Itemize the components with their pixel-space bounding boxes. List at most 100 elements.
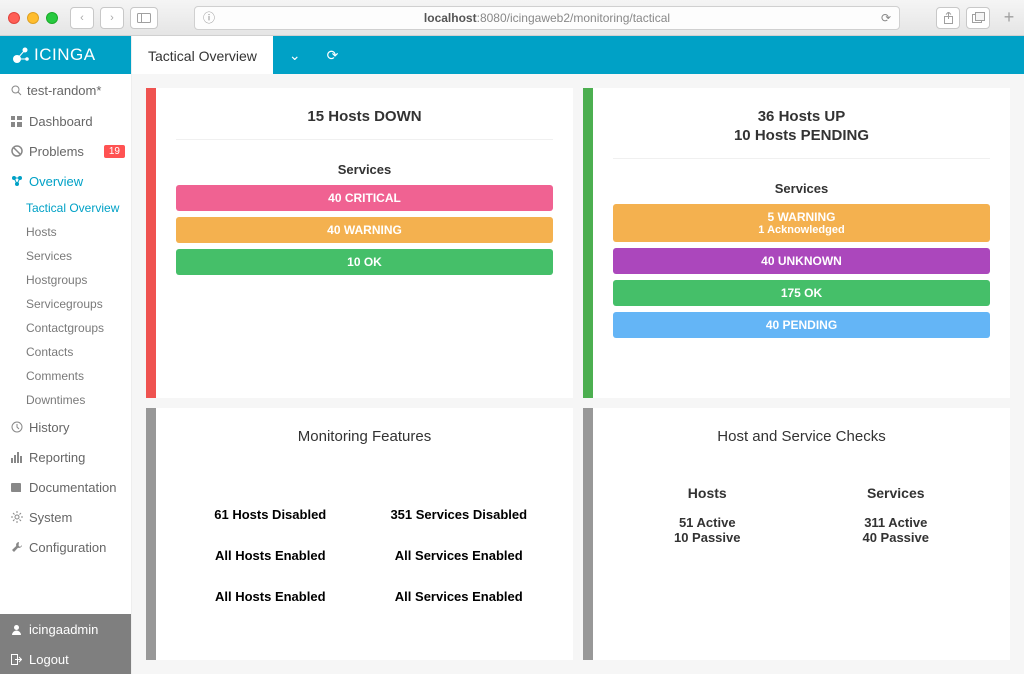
logo-icon [12, 46, 30, 64]
feature-services[interactable]: All Services Enabled [365, 548, 554, 563]
services-passive[interactable]: 40 Passive [802, 530, 991, 545]
minimize-window[interactable] [27, 12, 39, 24]
status-bar-unknown[interactable]: 40 UNKNOWN [613, 248, 990, 274]
nav-contacts[interactable]: Contacts [0, 340, 131, 364]
reporting-icon [10, 451, 23, 464]
feature-services[interactable]: 351 Services Disabled [365, 507, 554, 522]
reload-icon[interactable]: ⟳ [881, 11, 891, 25]
tab-tactical[interactable]: Tactical Overview [132, 36, 273, 74]
checks-services-label: Services [802, 485, 991, 501]
nav-problems[interactable]: Problems19 [0, 136, 131, 166]
nav-services[interactable]: Services [0, 244, 131, 268]
nav-reporting[interactable]: Reporting [0, 442, 131, 472]
share-icon [943, 12, 954, 24]
services-active[interactable]: 311 Active [802, 515, 991, 530]
window-controls [8, 12, 58, 24]
hosts-up-title[interactable]: 36 Hosts UP [613, 108, 990, 125]
services-label: Services [176, 162, 553, 177]
new-tab-button[interactable]: + [1002, 11, 1016, 25]
back-button[interactable]: ‹ [70, 7, 94, 29]
nav-documentation[interactable]: Documentation [0, 472, 131, 502]
main-nav: Dashboard Problems19 Overview Tactical O… [0, 106, 131, 562]
book-icon [10, 481, 23, 494]
nav-configuration[interactable]: Configuration [0, 532, 131, 562]
user-menu[interactable]: icingaadmin [0, 614, 131, 644]
tab-dropdown[interactable]: ⌄ [279, 35, 311, 74]
problems-badge: 19 [104, 145, 125, 158]
gear-icon [10, 511, 23, 524]
brand-logo[interactable]: icinga [0, 36, 131, 74]
panel-host-service-checks: Host and Service Checks Hosts 51 Active … [583, 408, 1010, 660]
status-stripe-up [583, 88, 593, 398]
feature-heading: Notifications [176, 526, 553, 546]
sidebar-toggle[interactable] [130, 7, 158, 29]
status-stripe-grey [146, 408, 156, 660]
status-stripe-down [146, 88, 156, 398]
status-bar-ok[interactable]: 10 OK [176, 249, 553, 275]
nav-downtimes[interactable]: Downtimes [0, 388, 131, 412]
panel-monitoring-features: Monitoring Features Flap Detection 61 Hos… [146, 408, 573, 660]
main-region: Tactical Overview ⌄ ⟳ 15 Hosts DOWN Serv… [132, 36, 1024, 674]
sidebar-icon [137, 13, 151, 23]
tab-bar: Tactical Overview ⌄ ⟳ [132, 36, 1024, 74]
forward-button[interactable]: › [100, 7, 124, 29]
logout-button[interactable]: Logout [0, 644, 131, 674]
feature-heading: Event Handlers [176, 567, 553, 587]
share-button[interactable] [936, 7, 960, 29]
checks-hosts-label: Hosts [613, 485, 802, 501]
nav-servicegroups[interactable]: Servicegroups [0, 292, 131, 316]
status-bar-ok[interactable]: 175 OK [613, 280, 990, 306]
nav-tactical-overview[interactable]: Tactical Overview [0, 196, 131, 220]
nav-overview[interactable]: Overview [0, 166, 131, 196]
services-label: Services [613, 181, 990, 196]
hosts-passive[interactable]: 10 Passive [613, 530, 802, 545]
problems-icon [10, 145, 23, 158]
chevron-down-icon: ⌄ [289, 47, 301, 63]
status-bar-warn[interactable]: 5 WARNING1 Acknowledged [613, 204, 990, 242]
checks-title: Host and Service Checks [613, 428, 990, 445]
tabs-button[interactable] [966, 7, 990, 29]
tab-refresh[interactable]: ⟳ [317, 35, 349, 74]
features-title: Monitoring Features [176, 428, 553, 445]
nav-contactgroups[interactable]: Contactgroups [0, 316, 131, 340]
search-value: test-random* [27, 83, 101, 98]
refresh-icon: ⟳ [327, 47, 339, 63]
tabs-icon [972, 12, 985, 23]
url-text: localhost:8080/icingaweb2/monitoring/tac… [424, 11, 670, 25]
hosts-active[interactable]: 51 Active [613, 515, 802, 530]
feature-hosts[interactable]: All Hosts Enabled [176, 589, 365, 604]
nav-hostgroups[interactable]: Hostgroups [0, 268, 131, 292]
wrench-icon [10, 541, 23, 554]
nav-dashboard[interactable]: Dashboard [0, 106, 131, 136]
brand-text: icinga [34, 45, 96, 65]
hosts-down-title[interactable]: 15 Hosts DOWN [176, 108, 553, 125]
dashboard-icon [10, 115, 23, 128]
url-bar[interactable]: ⓘ localhost:8080/icingaweb2/monitoring/t… [194, 6, 900, 30]
nav-comments[interactable]: Comments [0, 364, 131, 388]
status-bar-crit[interactable]: 40 CRITICAL [176, 185, 553, 211]
feature-services[interactable]: All Services Enabled [365, 589, 554, 604]
nav-history[interactable]: History [0, 412, 131, 442]
close-window[interactable] [8, 12, 20, 24]
feature-hosts[interactable]: 61 Hosts Disabled [176, 507, 365, 522]
overview-icon [10, 175, 23, 188]
feature-heading: Flap Detection [176, 485, 553, 505]
nav-system[interactable]: System [0, 502, 131, 532]
info-icon: ⓘ [203, 9, 215, 26]
status-stripe-grey [583, 408, 593, 660]
search-row[interactable]: test-random* [0, 74, 131, 106]
status-bar-pending[interactable]: 40 PENDING [613, 312, 990, 338]
feature-hosts[interactable]: All Hosts Enabled [176, 548, 365, 563]
panel-hosts-down: 15 Hosts DOWN Services 40 CRITICAL 40 WAR… [146, 88, 573, 398]
zoom-window[interactable] [46, 12, 58, 24]
browser-chrome: ‹ › ⓘ localhost:8080/icingaweb2/monitori… [0, 0, 1024, 36]
hosts-pending-title[interactable]: 10 Hosts PENDING [613, 127, 990, 144]
search-icon [10, 84, 23, 97]
logout-icon [10, 653, 23, 666]
nav-hosts[interactable]: Hosts [0, 220, 131, 244]
user-icon [10, 623, 23, 636]
status-bar-warn[interactable]: 40 WARNING [176, 217, 553, 243]
sidebar: icinga test-random* Dashboard Problems19… [0, 36, 132, 674]
footer-nav: icingaadmin Logout [0, 614, 131, 674]
panel-hosts-up: 36 Hosts UP 10 Hosts PENDING Services 5 … [583, 88, 1010, 398]
